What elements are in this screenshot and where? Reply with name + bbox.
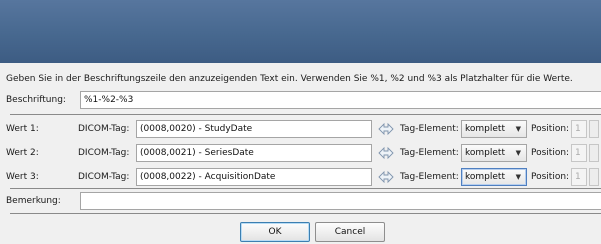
separator-middle bbox=[10, 188, 601, 189]
remark-label: Bemerkung: bbox=[6, 196, 61, 206]
tag-element-1-select[interactable]: komplett ▼ bbox=[461, 120, 527, 138]
position-3-spinner[interactable] bbox=[589, 168, 599, 186]
tag-element-2-select[interactable]: komplett ▼ bbox=[461, 144, 527, 162]
cancel-button[interactable]: Cancel bbox=[315, 222, 385, 242]
position-1-input[interactable]: 1 bbox=[571, 120, 587, 138]
tag-element-1-value: komplett bbox=[465, 124, 505, 134]
dialog-body: Geben Sie in der Beschriftungszeile den … bbox=[0, 63, 601, 244]
position-2-input[interactable]: 1 bbox=[571, 144, 587, 162]
dicom-tag-3-label: DICOM-Tag: bbox=[78, 172, 130, 182]
dicom-tag-1-label: DICOM-Tag: bbox=[78, 124, 130, 134]
caption-input[interactable]: %1-%2-%3 bbox=[80, 91, 601, 109]
position-2-label: Position: bbox=[531, 148, 570, 158]
ok-button[interactable]: OK bbox=[240, 222, 310, 242]
swap-arrows-1-icon[interactable] bbox=[378, 121, 394, 137]
tag-element-3-label: Tag-Element: bbox=[400, 172, 459, 182]
remark-input[interactable] bbox=[80, 192, 601, 210]
swap-arrows-3-icon[interactable] bbox=[378, 169, 394, 185]
position-3-input[interactable]: 1 bbox=[571, 168, 587, 186]
chevron-down-icon: ▼ bbox=[515, 173, 521, 181]
separator-bottom bbox=[10, 213, 601, 214]
position-2-spinner[interactable] bbox=[589, 144, 599, 162]
tag-element-2-value: komplett bbox=[465, 148, 505, 158]
value-3-label: Wert 3: bbox=[6, 172, 39, 182]
chevron-down-icon: ▼ bbox=[515, 125, 521, 133]
separator-top bbox=[10, 114, 601, 115]
position-1-spinner[interactable] bbox=[589, 120, 599, 138]
tag-element-1-label: Tag-Element: bbox=[400, 124, 459, 134]
position-1-label: Position: bbox=[531, 124, 570, 134]
instruction-text: Geben Sie in der Beschriftungszeile den … bbox=[6, 74, 573, 84]
value-1-label: Wert 1: bbox=[6, 124, 39, 134]
swap-arrows-2-icon[interactable] bbox=[378, 145, 394, 161]
position-3-label: Position: bbox=[531, 172, 570, 182]
value-2-label: Wert 2: bbox=[6, 148, 39, 158]
tag-element-2-label: Tag-Element: bbox=[400, 148, 459, 158]
chevron-down-icon: ▼ bbox=[515, 149, 521, 157]
dicom-tag-2-label: DICOM-Tag: bbox=[78, 148, 130, 158]
dicom-tag-3-input[interactable]: (0008,0022) - AcquisitionDate bbox=[136, 168, 372, 186]
caption-label: Beschriftung: bbox=[6, 95, 66, 105]
dicom-tag-1-input[interactable]: (0008,0020) - StudyDate bbox=[136, 120, 372, 138]
tag-element-3-value: komplett bbox=[465, 172, 505, 182]
tag-element-3-select[interactable]: komplett ▼ bbox=[461, 168, 527, 186]
window-titlebar[interactable] bbox=[0, 0, 601, 63]
dicom-tag-2-input[interactable]: (0008,0021) - SeriesDate bbox=[136, 144, 372, 162]
